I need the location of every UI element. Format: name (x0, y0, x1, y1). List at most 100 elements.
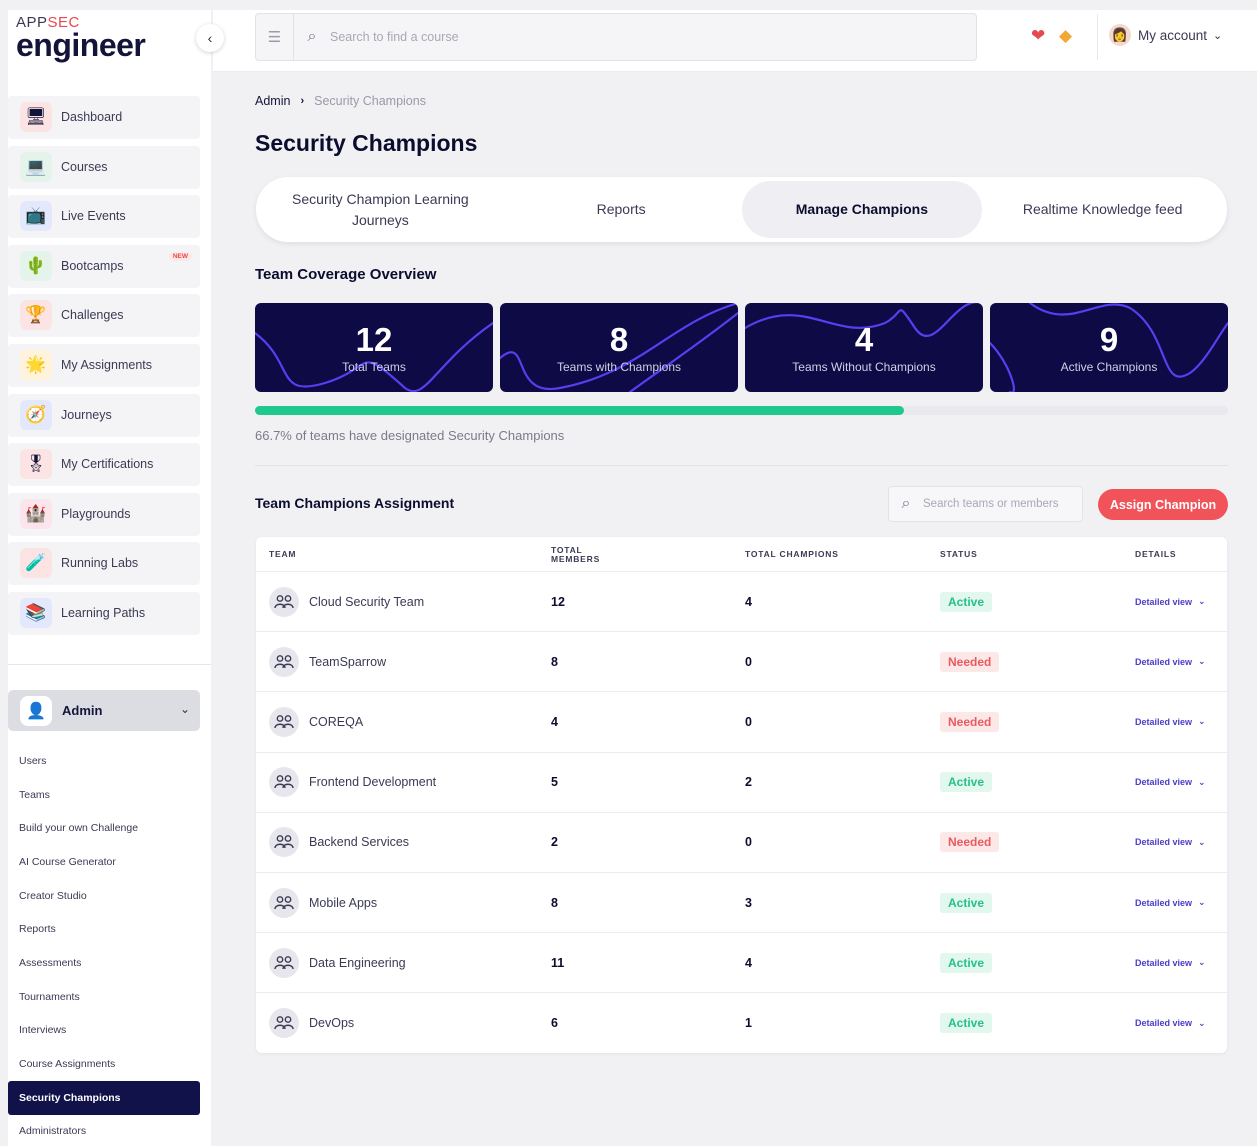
details-cell: Detailed view ⌄ (1135, 813, 1206, 872)
admin-link-teams[interactable]: Teams (8, 778, 200, 812)
team-search-input[interactable] (923, 498, 1073, 510)
table-row[interactable]: Data Engineering 11 4 Active Detailed view ⌄ (256, 933, 1227, 994)
breadcrumb-admin[interactable]: Admin (255, 94, 290, 108)
chevron-down-icon: ⌄ (1198, 656, 1206, 667)
sidebar-item-learning-paths[interactable]: 📚 Learning Paths (8, 591, 200, 634)
sidebar-admin-toggle[interactable]: 👤 Admin ⌄ (8, 690, 200, 731)
courses-icon: 💻 (20, 151, 52, 182)
sidebar-item-challenges[interactable]: 🏆 Challenges (8, 294, 200, 337)
table-row[interactable]: COREQA 4 0 Needed Detailed view ⌄ (256, 692, 1227, 753)
course-search-input[interactable] (330, 30, 930, 44)
table-row[interactable]: Cloud Security Team 12 4 Active Detailed vie… (256, 572, 1227, 633)
sidebar-item-my-assignments[interactable]: 🌟 My Assignments (8, 343, 200, 386)
sidebar-item-my-certifications[interactable]: 🎖 My Certifications (8, 443, 200, 486)
admin-link-creator-studio[interactable]: Creator Studio (8, 879, 200, 913)
detailed-view-link[interactable]: Detailed view ⌄ (1135, 897, 1206, 908)
table-row[interactable]: TeamSparrow 8 0 Needed Detailed view ⌄ (256, 632, 1227, 693)
team-name: Frontend Development (309, 775, 437, 790)
assign-champion-button[interactable]: Assign Champion (1098, 489, 1228, 520)
detailed-view-link[interactable]: Detailed view ⌄ (1135, 716, 1206, 727)
team-avatar (269, 827, 299, 858)
sidebar-item-courses[interactable]: 💻 Courses (8, 145, 200, 188)
sidebar-item-journeys[interactable]: 🧭 Journeys (8, 393, 200, 436)
total-members: 8 (551, 895, 558, 910)
admin-link-interviews[interactable]: Interviews (8, 1014, 200, 1048)
stat-label: Teams Without Champions (792, 359, 936, 374)
sidebar-item-live-events[interactable]: 📺 Live Events (8, 195, 200, 238)
detailed-view-link[interactable]: Detailed view ⌄ (1135, 596, 1206, 607)
journeys-icon: 🧭 (20, 399, 52, 430)
sidebar-collapse-button[interactable]: ‹ (196, 24, 224, 52)
table-row[interactable]: Backend Services 2 0 Needed Detailed view ⌄ (256, 813, 1227, 873)
sidebar-item-label: Challenges (61, 308, 124, 323)
table-row[interactable]: DevOps 6 1 Active Detailed view ⌄ (256, 993, 1227, 1053)
appsec-engineer-logo[interactable]: APPSEC engineer (16, 14, 166, 70)
account-menu[interactable]: 👩 My account ⌄ (1109, 24, 1222, 46)
top-header: ☰ ⌕ ❤ ◆ 👩 My account ⌄ (213, 10, 1257, 72)
details-cell: Detailed view ⌄ (1135, 632, 1206, 691)
stat-label: Active Champions (1060, 359, 1158, 374)
table-header: TEAM TOTAL MEMBERS TOTAL CHAMPIONS STATUS DE… (256, 537, 1227, 572)
chevron-down-icon: ⌄ (1213, 29, 1223, 42)
admin-link-administrators[interactable]: Administrators (8, 1115, 200, 1146)
details-cell: Detailed view ⌄ (1135, 692, 1206, 751)
admin-link-reports[interactable]: Reports (8, 912, 200, 946)
detailed-view-label: Detailed view (1135, 837, 1193, 848)
detailed-view-link[interactable]: Detailed view ⌄ (1135, 837, 1206, 848)
team-avatar (269, 767, 299, 798)
total-champions: 4 (745, 594, 752, 609)
admin-link-security-champions[interactable]: Security Champions (8, 1080, 200, 1115)
sidebar-item-dashboard[interactable]: 🖥 Dashboard (8, 96, 200, 138)
admin-link-ai-course-generator[interactable]: AI Course Generator (8, 845, 200, 879)
assignments-icon: 🌟 (20, 349, 52, 380)
detailed-view-link[interactable]: Detailed view ⌄ (1135, 1018, 1206, 1029)
rewards-icon[interactable]: ◆ (1059, 26, 1072, 46)
team-cell: Backend Services (269, 813, 409, 872)
tab-security-champion-learning-journeys[interactable]: Security Champion Learning Journeys (260, 181, 501, 238)
team-cell: TeamSparrow (269, 632, 386, 691)
heart-icon[interactable]: ❤ (1031, 26, 1045, 46)
detailed-view-link[interactable]: Detailed view ⌄ (1135, 777, 1206, 788)
sidebar-item-label: Running Labs (61, 556, 139, 571)
detailed-view-label: Detailed view (1135, 897, 1193, 908)
sidebar-item-running-labs[interactable]: 🧪 Running Labs (8, 542, 200, 585)
detailed-view-label: Detailed view (1135, 1018, 1193, 1029)
admin-link-users[interactable]: Users (8, 744, 200, 778)
status-badge: Needed (940, 711, 1000, 732)
breadcrumb: Admin › Security Champions (255, 94, 426, 108)
tab-realtime-knowledge-feed[interactable]: Realtime Knowledge feed (982, 181, 1223, 238)
stat-label: Teams with Champions (556, 359, 682, 374)
chevron-down-icon: ⌄ (179, 702, 190, 716)
admin-link-tournaments[interactable]: Tournaments (8, 980, 200, 1014)
table-row[interactable]: Frontend Development 5 2 Active Detailed vie… (256, 753, 1227, 813)
tab-manage-champions[interactable]: Manage Champions (741, 181, 983, 238)
admin-links: Users Teams Build your own Challenge AI Cou… (8, 744, 200, 1146)
sidebar-item-label: Live Events (61, 209, 126, 224)
detailed-view-link[interactable]: Detailed view ⌄ (1135, 656, 1206, 667)
team-cell: Data Engineering (269, 933, 406, 992)
detailed-view-link[interactable]: Detailed view ⌄ (1135, 957, 1206, 968)
tab-reports[interactable]: Reports (501, 181, 742, 238)
admin-label: Admin (62, 703, 103, 718)
sidebar-divider (8, 664, 211, 665)
admin-link-assessments[interactable]: Assessments (8, 946, 200, 980)
total-members: 2 (551, 835, 558, 850)
team-avatar (269, 947, 299, 978)
stat-card-active-champions: 9 Active Champions (990, 303, 1228, 392)
team-cell: COREQA (269, 692, 363, 751)
chevron-down-icon: ⌄ (1198, 897, 1206, 908)
coverage-progress-text: 66.7% of teams have designated Security … (255, 428, 565, 443)
total-champions: 0 (745, 714, 752, 729)
total-members: 5 (551, 775, 558, 790)
sidebar-item-bootcamps[interactable]: 🌵 Bootcamps NEW (8, 244, 200, 287)
total-members: 6 (551, 1016, 558, 1031)
filter-button[interactable]: ☰ (256, 14, 294, 60)
team-name: DevOps (309, 1016, 355, 1031)
team-group-icon (274, 654, 294, 668)
admin-link-course-assignments[interactable]: Course Assignments (8, 1047, 200, 1081)
team-name: Backend Services (309, 835, 410, 850)
admin-link-build-your-own-challenge[interactable]: Build your own Challenge (8, 811, 200, 845)
course-search-bar: ☰ ⌕ (255, 13, 977, 61)
table-row[interactable]: Mobile Apps 8 3 Active Detailed view ⌄ (256, 873, 1227, 934)
sidebar-item-playgrounds[interactable]: 🏰 Playgrounds (8, 492, 200, 535)
